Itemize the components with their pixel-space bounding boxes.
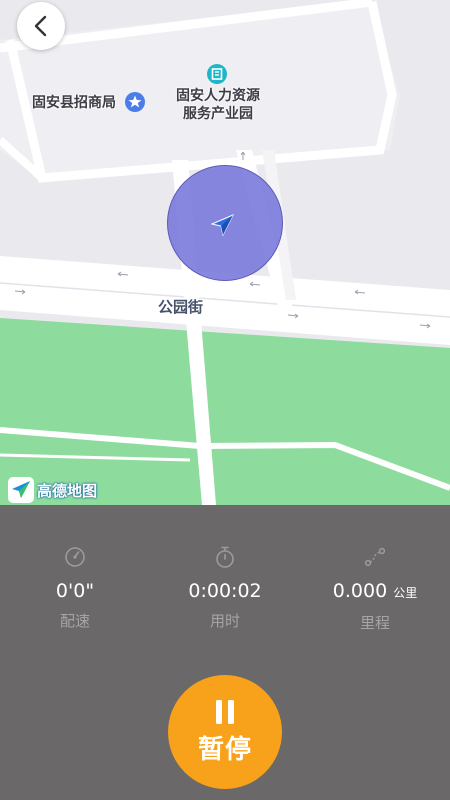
poi-label-hr-park-line2: 服务产业园 bbox=[183, 106, 253, 122]
speedometer-icon bbox=[65, 547, 85, 567]
duration-value: 0:00:02 bbox=[188, 580, 262, 602]
road-label-park-street: 公园街 bbox=[158, 298, 204, 316]
pause-label: 暂停 bbox=[197, 734, 252, 765]
map-view[interactable]: 固安县招商局 固安人力资源 服务产业园 公园街 高德地图 bbox=[0, 0, 450, 505]
chevron-left-icon bbox=[34, 15, 47, 37]
amap-logo-text: 高德地图 bbox=[37, 481, 98, 500]
duration-label: 用时 bbox=[209, 612, 240, 630]
stat-distance: 0.000 公里 里程 bbox=[300, 545, 450, 633]
poi-label-investment-bureau[interactable]: 固安县招商局 bbox=[32, 94, 116, 112]
current-location-arrow-icon bbox=[210, 214, 235, 237]
pace-label: 配速 bbox=[59, 612, 90, 630]
pace-value: 0'0" bbox=[55, 580, 95, 602]
back-button[interactable] bbox=[17, 2, 65, 50]
poi-star-pin-icon[interactable] bbox=[123, 90, 147, 114]
distance-unit: 公里 bbox=[393, 586, 418, 600]
pause-icon bbox=[216, 699, 234, 724]
stopwatch-icon bbox=[216, 546, 234, 568]
distance-value: 0.000 bbox=[332, 580, 388, 602]
route-icon bbox=[364, 547, 386, 567]
stat-duration: 0:00:02 用时 bbox=[150, 545, 300, 631]
poi-building-pin-icon[interactable] bbox=[205, 62, 229, 86]
poi-label-hr-park-line1: 固安人力资源 bbox=[176, 88, 260, 104]
distance-label: 里程 bbox=[359, 614, 390, 632]
amap-logo-icon bbox=[8, 477, 34, 503]
distance-value-row: 0.000 公里 bbox=[300, 579, 450, 605]
stat-pace: 0'0" 配速 bbox=[0, 545, 150, 631]
poi-label-hr-park[interactable]: 固安人力资源 服务产业园 bbox=[168, 87, 268, 123]
amap-logo: 高德地图 bbox=[8, 477, 97, 503]
pause-button[interactable]: 暂停 bbox=[168, 675, 282, 789]
